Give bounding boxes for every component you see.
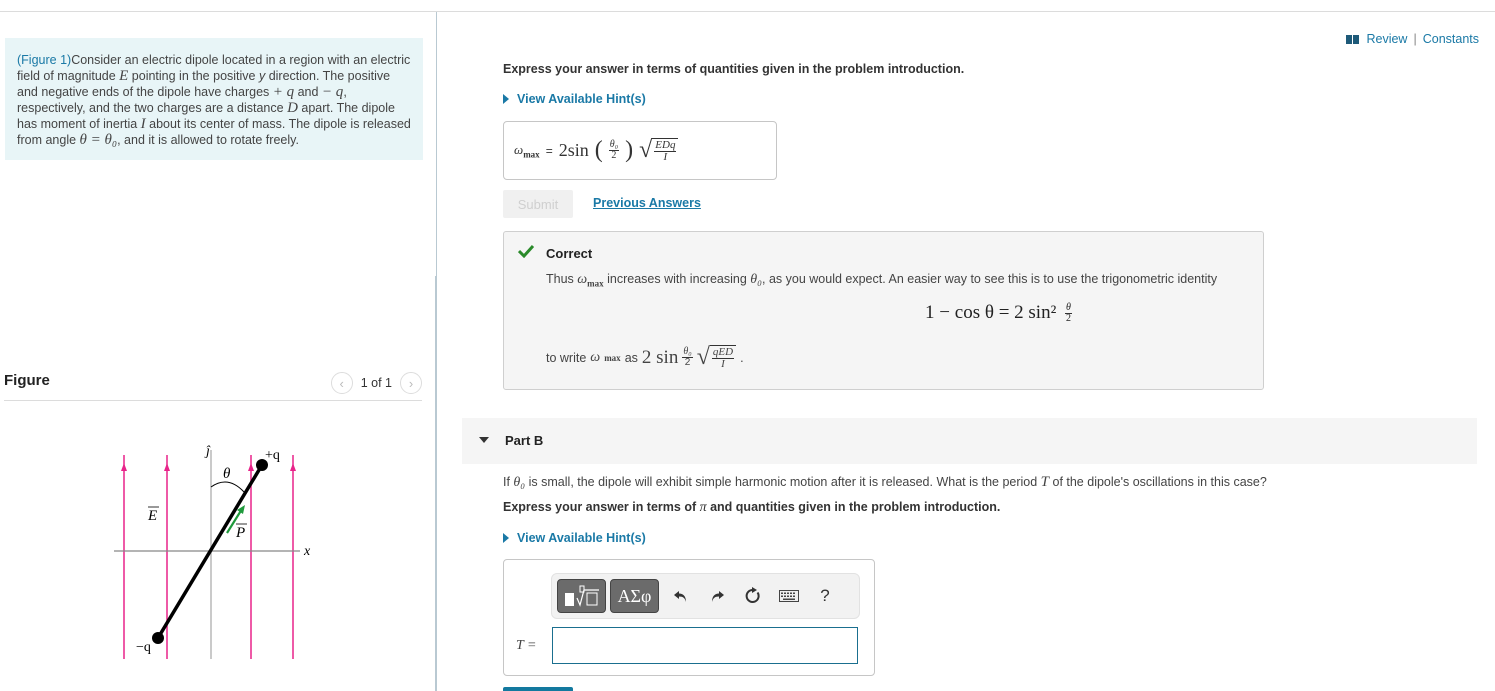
pager-text: 1 of 1 [360,376,392,390]
x-axis-label: x [303,544,311,559]
caret-right-icon [503,94,509,104]
redo-icon[interactable] [699,588,735,604]
part-a-instructions: Express your answer in terms of quantiti… [503,62,965,76]
field-arrow-icon [248,463,254,471]
part-a-answer: ωmax = 2sin (θ₀ 2) √ EDq I [503,121,777,180]
field-arrow-icon [164,463,170,471]
feedback-text: Thus ωmax increases with increasing θ₀, … [546,272,1218,289]
p-vector-label: P [235,525,245,541]
period-answer-input[interactable] [552,627,858,664]
minus-q-label: −q [136,640,151,655]
figure-title: Figure [4,372,50,389]
figure-link[interactable]: (Figure 1) [17,53,71,67]
review-constants: Review | Constants [1346,32,1479,46]
plus-q-label: +q [265,448,280,463]
part-b-title: Part B [505,433,544,448]
undo-icon[interactable] [663,588,699,604]
part-b-submit-button[interactable] [503,687,573,691]
feedback-status: Correct [546,246,593,261]
panel-resize-handle[interactable] [435,276,437,691]
part-b-hint-toggle[interactable]: View Available Hint(s) [503,531,646,545]
theta-arc [210,481,245,493]
book-icon [1346,34,1360,44]
constants-link[interactable]: Constants [1423,32,1479,46]
theta-label: θ [223,466,231,482]
help-icon[interactable]: ? [807,586,843,606]
templates-button[interactable] [557,579,606,613]
checkmark-icon [518,244,534,258]
chevron-right-icon[interactable]: › [400,372,422,394]
figure-pager: ‹ 1 of 1 › [330,372,422,394]
negative-charge [152,632,164,644]
caret-down-icon [479,437,489,443]
figure-header: Figure ‹ 1 of 1 › [4,368,422,401]
part-b-instructions: Express your answer in terms of π and qu… [503,500,1001,515]
keyboard-icon[interactable] [771,590,807,602]
trig-identity: 1 − cos θ = 2 sin² θ2 [925,302,1072,325]
caret-right-icon [503,533,509,543]
part-b-question: If θ₀ is small, the dipole will exhibit … [503,474,1267,490]
field-arrow-icon [121,463,127,471]
review-link[interactable]: Review [1366,32,1407,46]
sqrt-expression: √ EDq I [639,137,679,164]
feedback-box: Correct Thus ωmax increases with increas… [503,231,1264,390]
dipole-figure: ĵ +q −q θ E P x [114,444,311,659]
feedback-result: to write ω max as 2 sin θ₀ 2 √ qED I. [546,344,744,370]
templates-icon [564,585,599,607]
part-b-header[interactable]: Part B [462,418,1477,464]
e-vector-label: E [147,508,157,524]
previous-answers-link[interactable]: Previous Answers [593,196,701,210]
chevron-left-icon[interactable]: ‹ [330,372,353,394]
math-toolbar: ΑΣφ ? [551,573,860,619]
submit-button[interactable]: Submit [503,190,573,218]
reset-icon[interactable] [735,587,771,605]
greek-symbols-button[interactable]: ΑΣφ [610,579,659,613]
problem-introduction: (Figure 1)Consider an electric dipole lo… [5,38,423,160]
part-b-answer-box: ΑΣφ ? T = [503,559,875,676]
part-a-hint-toggle[interactable]: View Available Hint(s) [503,92,646,106]
top-divider [0,11,1495,12]
answer-label: T = [516,638,537,653]
j-hat-label: ĵ [204,444,211,459]
field-arrow-icon [290,463,296,471]
